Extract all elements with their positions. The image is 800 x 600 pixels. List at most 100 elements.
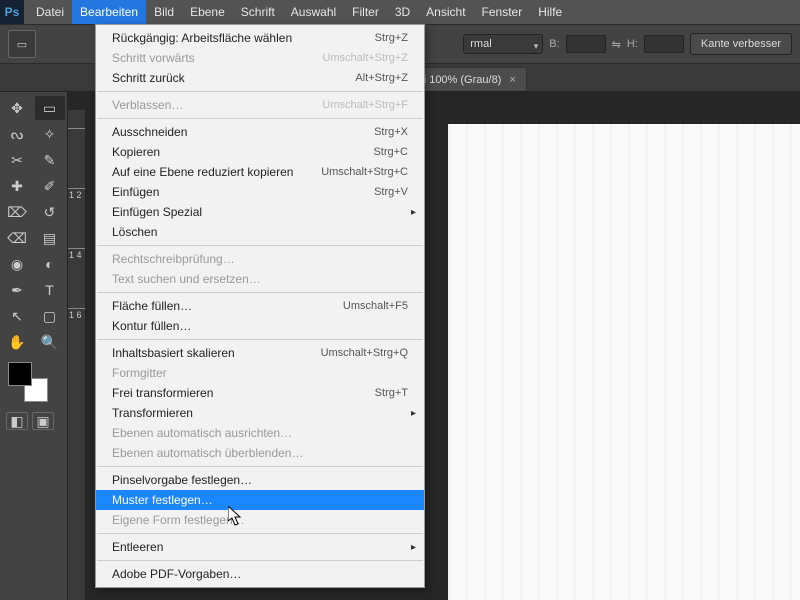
menu-item-shortcut: Umschalt+Strg+Q <box>321 347 408 359</box>
menu-separator <box>97 245 423 246</box>
toolbox: ✥▭ᔓ✧✂✎✚✐⌦↺⌫▤◉◐✒T↖▢✋🔍 ◧▣ <box>0 92 68 600</box>
menu-separator <box>97 292 423 293</box>
tool-shape[interactable]: ▢ <box>35 304 65 328</box>
menu-item-label: Auf eine Ebene reduziert kopieren <box>112 165 321 179</box>
menu-separator <box>97 91 423 92</box>
width-label: B: <box>549 38 559 50</box>
menu-item-label: Fläche füllen… <box>112 299 343 313</box>
menu-item: Ebenen automatisch ausrichten… <box>96 423 424 443</box>
ruler-tick: 1 6 <box>68 308 85 368</box>
menubar-item-fenster[interactable]: Fenster <box>474 0 531 24</box>
menu-item: Formgitter <box>96 363 424 383</box>
menu-item[interactable]: Kontur füllen… <box>96 316 424 336</box>
menu-item[interactable]: Inhaltsbasiert skalierenUmschalt+Strg+Q <box>96 343 424 363</box>
menu-separator <box>97 466 423 467</box>
screenmode-toggle[interactable]: ▣ <box>32 412 54 430</box>
menu-item-label: Kontur füllen… <box>112 319 408 333</box>
height-label: H: <box>627 38 638 50</box>
menubar-item-ebene[interactable]: Ebene <box>182 0 233 24</box>
menu-item-label: Ebenen automatisch überblenden… <box>112 446 408 460</box>
menubar-item-datei[interactable]: Datei <box>28 0 72 24</box>
menubar-item-bearbeiten[interactable]: Bearbeiten <box>72 0 146 24</box>
menu-item[interactable]: KopierenStrg+C <box>96 142 424 162</box>
tool-eraser[interactable]: ⌫ <box>2 226 32 250</box>
menu-item-shortcut: Strg+T <box>375 387 408 399</box>
tool-move[interactable]: ✥ <box>2 96 32 120</box>
menu-item[interactable]: Einfügen Spezial <box>96 202 424 222</box>
tool-stamp[interactable]: ⌦ <box>2 200 32 224</box>
tool-pen[interactable]: ✒ <box>2 278 32 302</box>
menu-item[interactable]: AusschneidenStrg+X <box>96 122 424 142</box>
mode-select[interactable]: rmal <box>463 34 543 54</box>
menu-item[interactable]: Rückgängig: Arbeitsfläche wählenStrg+Z <box>96 28 424 48</box>
menubar-item-schrift[interactable]: Schrift <box>233 0 283 24</box>
menu-item[interactable]: Pinselvorgabe festlegen… <box>96 470 424 490</box>
menu-item-label: Kopieren <box>112 145 373 159</box>
menubar: Ps DateiBearbeitenBildEbeneSchriftAuswah… <box>0 0 800 24</box>
menu-item-label: Eigene Form festlegen… <box>112 513 408 527</box>
menu-item-shortcut: Umschalt+Strg+Z <box>322 52 408 64</box>
width-field[interactable] <box>566 35 606 53</box>
menu-item-label: Pinselvorgabe festlegen… <box>112 473 408 487</box>
menu-item-label: Frei transformieren <box>112 386 375 400</box>
tool-marquee[interactable]: ▭ <box>35 96 65 120</box>
menu-separator <box>97 118 423 119</box>
menu-item-label: Löschen <box>112 225 408 239</box>
ruler-tick: 1 4 <box>68 248 85 308</box>
menubar-item-filter[interactable]: Filter <box>344 0 387 24</box>
tool-dodge[interactable]: ◐ <box>35 252 65 276</box>
current-tool-indicator[interactable]: ▭ <box>8 30 36 58</box>
menu-item[interactable]: Schritt zurückAlt+Strg+Z <box>96 68 424 88</box>
menu-item: Verblassen…Umschalt+Strg+F <box>96 95 424 115</box>
tool-lasso[interactable]: ᔓ <box>2 122 32 146</box>
menubar-item-hilfe[interactable]: Hilfe <box>530 0 570 24</box>
menu-item-label: Verblassen… <box>112 98 322 112</box>
height-field[interactable] <box>644 35 684 53</box>
ruler-vertical: 1 21 41 6 <box>68 110 86 600</box>
tool-zoom[interactable]: 🔍 <box>35 330 65 354</box>
refine-edge-button[interactable]: Kante verbesser <box>690 33 792 55</box>
tool-eyedropper[interactable]: ✎ <box>35 148 65 172</box>
menu-item[interactable]: Fläche füllen…Umschalt+F5 <box>96 296 424 316</box>
menubar-item-3d[interactable]: 3D <box>387 0 418 24</box>
canvas[interactable] <box>448 124 800 600</box>
tool-healing[interactable]: ✚ <box>2 174 32 198</box>
menu-item[interactable]: Frei transformierenStrg+T <box>96 383 424 403</box>
menubar-item-bild[interactable]: Bild <box>146 0 182 24</box>
menu-item-shortcut: Umschalt+F5 <box>343 300 408 312</box>
close-icon[interactable]: × <box>509 74 515 86</box>
tool-path-select[interactable]: ↖ <box>2 304 32 328</box>
menu-item-label: Ausschneiden <box>112 125 374 139</box>
tool-gradient[interactable]: ▤ <box>35 226 65 250</box>
quickmask-toggle[interactable]: ◧ <box>6 412 28 430</box>
foreground-swatch[interactable] <box>8 362 32 386</box>
menu-separator <box>97 339 423 340</box>
menu-item-label: Formgitter <box>112 366 408 380</box>
menu-item-label: Transformieren <box>112 406 408 420</box>
menu-item-label: Muster festlegen… <box>112 493 408 507</box>
menu-item[interactable]: Muster festlegen… <box>96 490 424 510</box>
menubar-item-auswahl[interactable]: Auswahl <box>283 0 344 24</box>
tool-history-brush[interactable]: ↺ <box>35 200 65 224</box>
link-icon[interactable]: ⇋ <box>612 38 621 51</box>
menubar-item-ansicht[interactable]: Ansicht <box>418 0 473 24</box>
color-swatches[interactable] <box>8 362 48 402</box>
menu-item[interactable]: Auf eine Ebene reduziert kopierenUmschal… <box>96 162 424 182</box>
tool-wand[interactable]: ✧ <box>35 122 65 146</box>
tool-hand[interactable]: ✋ <box>2 330 32 354</box>
menu-item[interactable]: Löschen <box>96 222 424 242</box>
menu-item[interactable]: Entleeren <box>96 537 424 557</box>
menu-separator <box>97 560 423 561</box>
tool-text[interactable]: T <box>35 278 65 302</box>
menu-item-shortcut: Umschalt+Strg+F <box>322 99 408 111</box>
tool-crop[interactable]: ✂ <box>2 148 32 172</box>
menu-item-shortcut: Strg+Z <box>375 32 408 44</box>
tool-brush[interactable]: ✐ <box>35 174 65 198</box>
menu-item[interactable]: Adobe PDF-Vorgaben… <box>96 564 424 584</box>
tool-blur[interactable]: ◉ <box>2 252 32 276</box>
menu-item-shortcut: Strg+C <box>373 146 408 158</box>
menu-item-label: Einfügen Spezial <box>112 205 408 219</box>
menu-item[interactable]: EinfügenStrg+V <box>96 182 424 202</box>
menu-item[interactable]: Transformieren <box>96 403 424 423</box>
menu-item-label: Rechtschreibprüfung… <box>112 252 408 266</box>
